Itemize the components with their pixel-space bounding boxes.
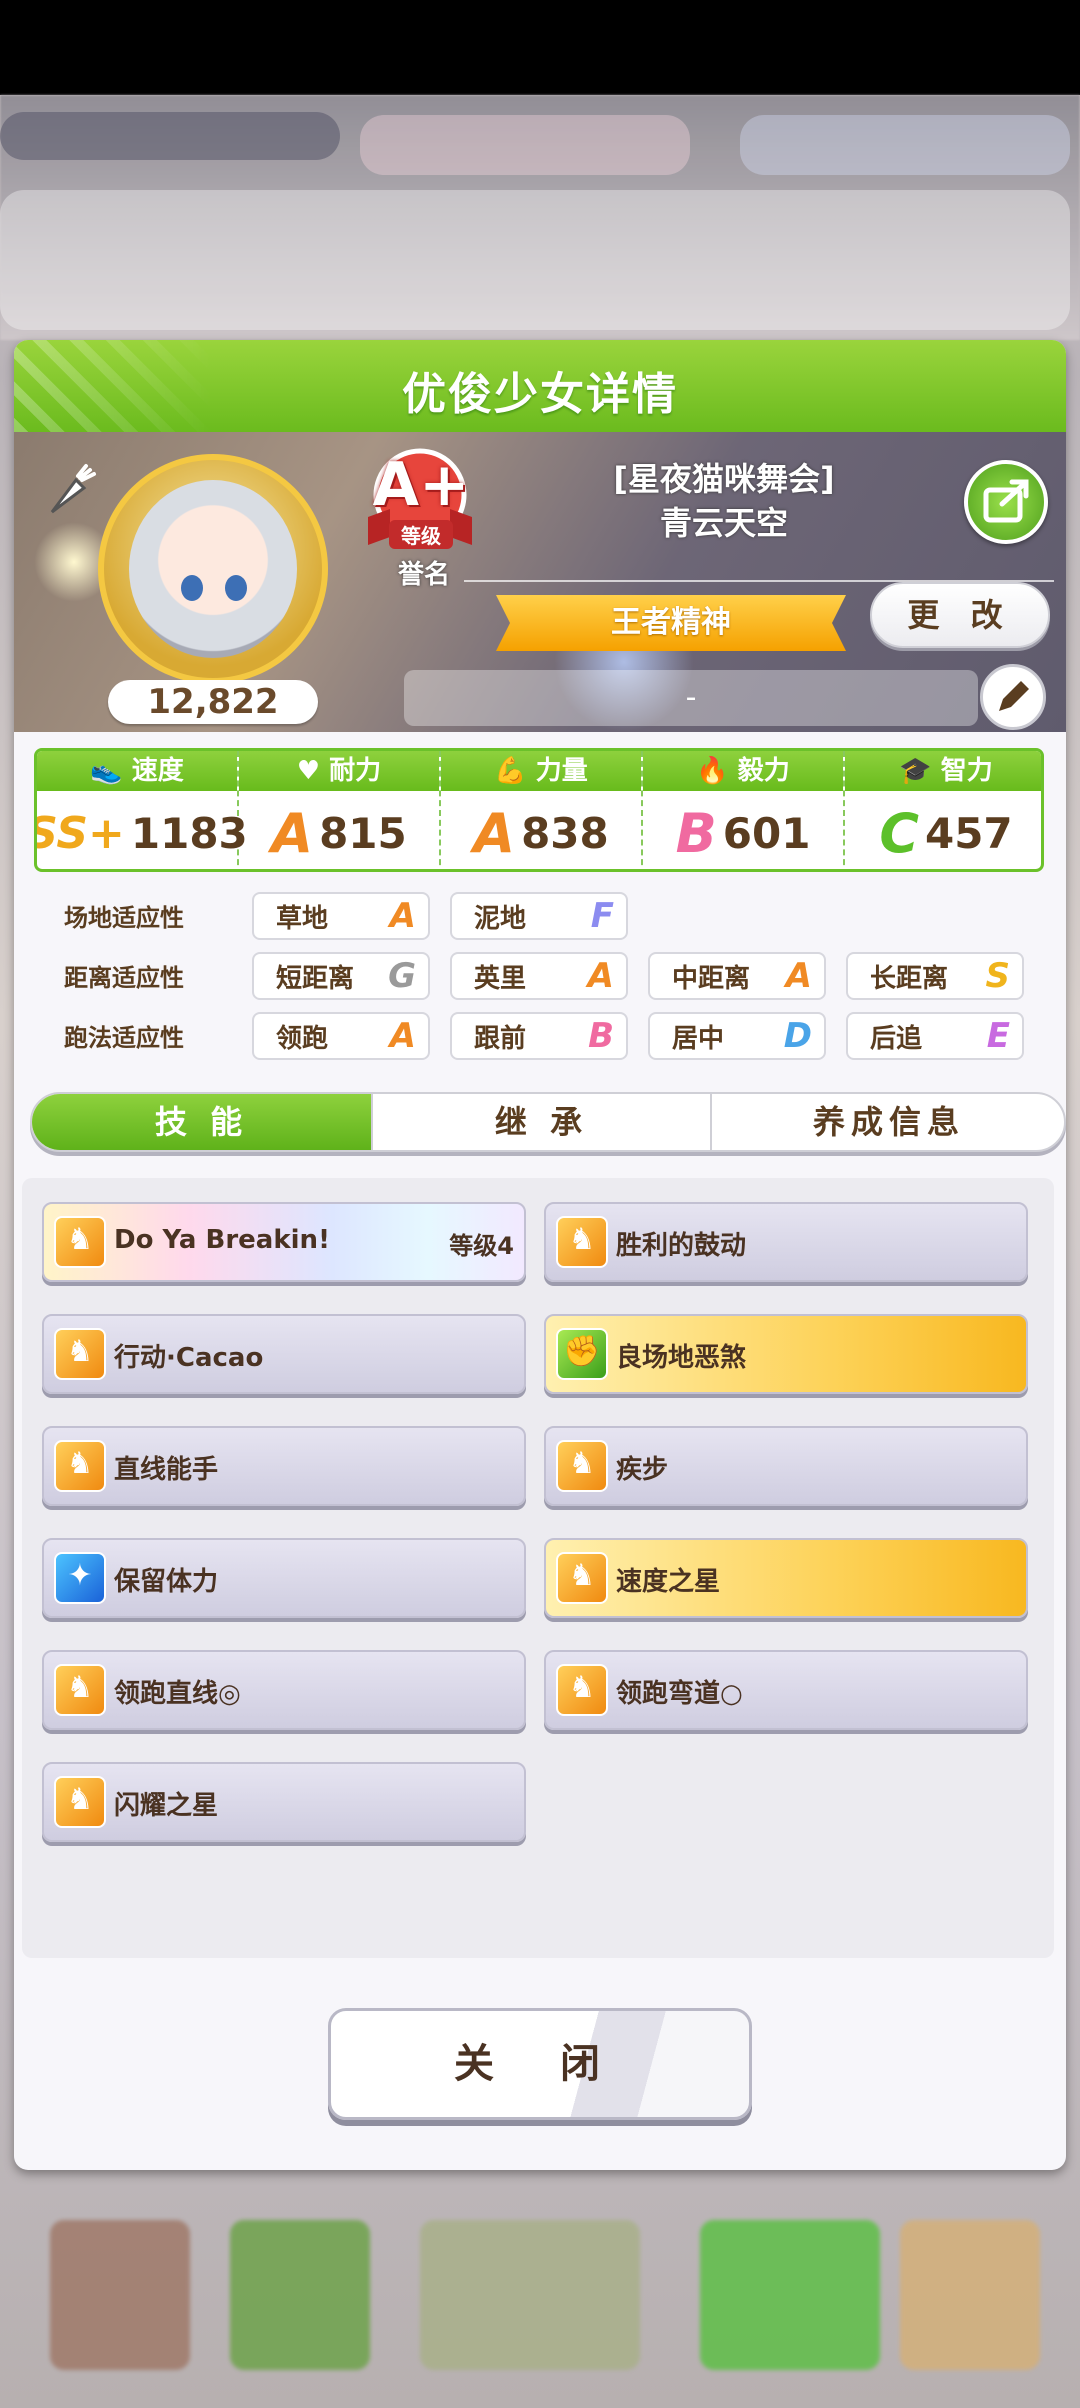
running-horse-icon: ♞ (54, 1328, 106, 1380)
memo-field[interactable]: - (404, 670, 978, 726)
blurred-dock-item (420, 2220, 640, 2370)
track-aptitude-row: 场地适应性 草地 A 泥地 F (34, 892, 1054, 942)
skill-item[interactable]: ✦ 保留体力 (42, 1538, 526, 1618)
stat-label: 💪 力量 (441, 751, 641, 791)
stat-power: 💪 力量 A 838 (441, 751, 643, 869)
aptitude-late: 居中 D (648, 1012, 826, 1060)
tab-inheritance[interactable]: 继 承 (371, 1094, 710, 1150)
stat-speed: 👟 速度 SS+ 1183 (34, 751, 248, 869)
aptitude-front: 领跑 A (252, 1012, 430, 1060)
character-avatar[interactable] (98, 454, 328, 684)
running-horse-icon: ♞ (54, 1776, 106, 1828)
character-outfit-and-name: [星夜猫咪舞会] 青云天空 (514, 457, 934, 545)
stat-value: 457 (924, 808, 1013, 858)
aptitude-label: 距离适应性 (64, 964, 184, 992)
stat-value: 815 (319, 808, 407, 858)
skill-item[interactable]: ♞ 领跑直线◎ (42, 1650, 526, 1730)
running-horse-icon: ♞ (54, 1664, 106, 1716)
skill-item[interactable]: ♞ 速度之星 (544, 1538, 1028, 1618)
avatar-eye-left (181, 575, 203, 601)
stat-label: 👟 速度 (37, 751, 237, 791)
fame-label: 誉名 (397, 560, 450, 590)
stat-label: 🎓 智力 (845, 751, 1041, 791)
detail-tabs: 技 能 继 承 养成信息 (30, 1092, 1066, 1152)
aptitude-pace: 跟前 B (450, 1012, 628, 1060)
character-name: 青云天空 (659, 504, 788, 542)
stat-guts: 🔥 毅力 B 601 (643, 751, 845, 869)
share-icon (983, 479, 1029, 523)
stat-value: 1183 (130, 808, 248, 858)
stat-value: 601 (722, 808, 811, 858)
aptitude-sprint: 短距离 G (252, 952, 430, 1000)
running-horse-icon: ♞ (54, 1440, 106, 1492)
pencil-icon (999, 681, 1029, 711)
skill-item[interactable]: ✊ 良场地恶煞 (544, 1314, 1028, 1394)
skill-item[interactable]: ♞ 领跑弯道○ (544, 1650, 1028, 1730)
distance-aptitude-row: 距离适应性 短距离 G 英里 A 中距离 A 长距离 S (34, 952, 1054, 1002)
running-horse-icon: ♞ (556, 1552, 608, 1604)
aptitude-label: 跑法适应性 (64, 1024, 184, 1052)
skill-level: 等级4 (449, 1232, 514, 1260)
share-button[interactable] (964, 460, 1048, 544)
blurred-trainer-name (0, 112, 340, 160)
carrot-icon (50, 464, 96, 514)
change-title-button[interactable]: 更 改 (870, 582, 1050, 648)
skill-item[interactable]: ♞ 直线能手 (42, 1426, 526, 1506)
grade-label: 等级 (389, 520, 453, 549)
stat-wisdom: 🎓 智力 C 457 (845, 751, 1041, 869)
stat-rank: C (879, 801, 919, 865)
running-horse-icon: ♞ (556, 1440, 608, 1492)
style-aptitude-row: 跑法适应性 领跑 A 跟前 B 居中 D 后追 E (34, 1012, 1054, 1062)
stat-value: 838 (521, 808, 609, 858)
stat-label: 🔥 毅力 (643, 751, 843, 791)
running-horse-icon: ♞ (556, 1664, 608, 1716)
aptitude-medium: 中距离 A (648, 952, 826, 1000)
aptitude-mile: 英里 A (450, 952, 628, 1000)
aptitude-dirt: 泥地 F (450, 892, 628, 940)
running-horse-icon: ♞ (54, 1216, 106, 1268)
stat-rank: B (675, 801, 717, 865)
stat-label: ♥ 耐力 (239, 751, 439, 791)
skill-item[interactable]: ♞ 闪耀之星 (42, 1762, 526, 1842)
stat-stamina: ♥ 耐力 A 815 (239, 751, 441, 869)
grade-rank: A+ (372, 450, 470, 520)
aptitude-long: 长距离 S (846, 952, 1024, 1000)
skill-item[interactable]: ♞ 行动·Cacao (42, 1314, 526, 1394)
skill-item[interactable]: ♞ 胜利的鼓动 (544, 1202, 1028, 1282)
tab-training-info[interactable]: 养成信息 (710, 1094, 1064, 1150)
outfit-name: [星夜猫咪舞会] (613, 460, 835, 498)
profile-section: 12,822 A+ 等级 誉名 [星夜猫咪舞会] 青云天空 王者精神 更 改 - (14, 432, 1066, 732)
running-horse-icon: ♞ (556, 1216, 608, 1268)
stat-rank: SS+ (34, 807, 125, 859)
character-portrait (129, 480, 297, 658)
fan-count: 12,822 (108, 680, 318, 724)
sparkle-icon: ✦ (54, 1552, 106, 1604)
skill-list: ♞ Do Ya Breakin! 等级4 ♞ 胜利的鼓动 ♞ 行动·Cacao … (22, 1178, 1054, 1958)
stat-rank: A (473, 801, 516, 865)
aptitude-label: 场地适应性 (64, 904, 184, 932)
edit-memo-button[interactable] (980, 664, 1046, 730)
avatar-eye-right (225, 575, 247, 601)
blurred-team-bar (0, 190, 1070, 330)
honor-title-badge: 王者精神 (496, 595, 846, 651)
blurred-currency-1 (360, 115, 690, 175)
blurred-dock-item (50, 2220, 190, 2370)
strength-arm-icon: ✊ (556, 1328, 608, 1380)
aptitude-end: 后追 E (846, 1012, 1024, 1060)
close-button[interactable]: 关 闭 (328, 2008, 752, 2120)
dialog-header: 优俊少女详情 (14, 340, 1066, 432)
dialog-title: 优俊少女详情 (402, 369, 678, 420)
blurred-currency-2 (740, 115, 1070, 175)
tab-skills[interactable]: 技 能 (32, 1094, 371, 1150)
blurred-dock-item (230, 2220, 370, 2370)
umamusume-detail-dialog: 优俊少女详情 12,822 A+ 等级 誉名 [星夜猫咪舞会] 青云天空 王者精… (14, 340, 1066, 2170)
stat-rank: A (271, 801, 314, 865)
skill-item[interactable]: ♞ 疾步 (544, 1426, 1028, 1506)
stats-table: 👟 速度 SS+ 1183 ♥ 耐力 A 815 💪 力量 A 838 🔥 毅力 B6… (34, 748, 1044, 872)
blurred-dock-item (900, 2220, 1040, 2370)
blurred-dock-item (700, 2220, 880, 2370)
aptitude-turf: 草地 A (252, 892, 430, 940)
skill-item[interactable]: ♞ Do Ya Breakin! 等级4 (42, 1202, 526, 1282)
